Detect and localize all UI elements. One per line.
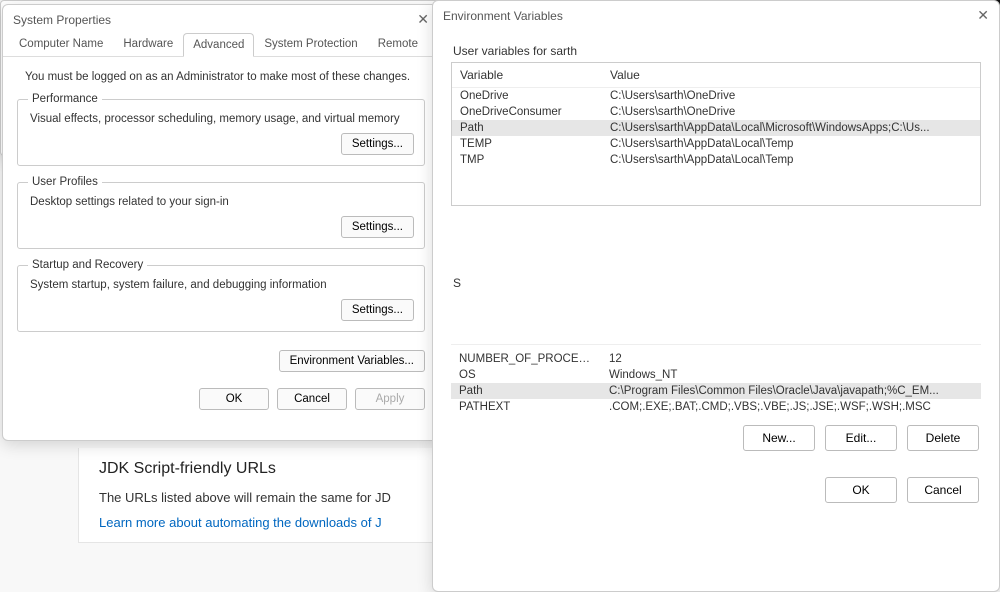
close-icon[interactable]: ✕ [977, 7, 989, 24]
envdlg-body: User variables for sarth Variable Value … [433, 28, 999, 523]
startup-legend: Startup and Recovery [28, 259, 147, 271]
environment-variables-button[interactable]: Environment Variables... [279, 350, 425, 372]
table-row[interactable]: OneDriveC:\Users\sarth\OneDrive [452, 88, 980, 104]
table-row[interactable]: PATHEXT.COM;.EXE;.BAT;.CMD;.VBS;.VBE;.JS… [451, 399, 981, 415]
envdlg-title: Environment Variables [443, 9, 563, 23]
delete-variable-button[interactable]: Delete [907, 425, 979, 451]
performance-desc: Visual effects, processor scheduling, me… [28, 111, 414, 133]
sysprop-actions: OK Cancel Apply [3, 380, 439, 418]
table-row[interactable]: OneDriveConsumerC:\Users\sarth\OneDrive [452, 104, 980, 120]
table-row[interactable]: NUMBER_OF_PROCESSORS12 [451, 351, 981, 367]
performance-settings-button[interactable]: Settings... [341, 133, 414, 155]
performance-fieldset: Performance Visual effects, processor sc… [17, 93, 425, 166]
system-properties-dialog: System Properties ✕ Computer Name Hardwa… [2, 4, 440, 441]
table-row[interactable]: PathC:\Program Files\Common Files\Oracle… [451, 383, 981, 399]
userprofiles-fieldset: User Profiles Desktop settings related t… [17, 176, 425, 249]
sysprop-ok-button[interactable]: OK [199, 388, 269, 410]
system-variables-label-partial: S [453, 276, 981, 290]
col-header-variable: Variable [452, 63, 602, 87]
sysprop-title: System Properties [13, 13, 111, 27]
envdlg-ok-button[interactable]: OK [825, 477, 897, 503]
tab-remote[interactable]: Remote [368, 32, 428, 56]
new-variable-button[interactable]: New... [743, 425, 815, 451]
userprofiles-desc: Desktop settings related to your sign-in [28, 194, 414, 216]
startup-fieldset: Startup and Recovery System startup, sys… [17, 259, 425, 332]
table-row[interactable]: OSWindows_NT [451, 367, 981, 383]
table-header: Variable Value [452, 63, 980, 88]
performance-legend: Performance [28, 93, 102, 105]
envdlg-actions: OK Cancel [451, 467, 981, 513]
tab-advanced[interactable]: Advanced [183, 33, 254, 57]
user-variables-label: User variables for sarth [453, 44, 981, 58]
sysprop-body: You must be logged on as an Administrato… [3, 57, 439, 350]
envdlg-cancel-button[interactable]: Cancel [907, 477, 979, 503]
tab-computer-name[interactable]: Computer Name [9, 32, 113, 56]
admin-note: You must be logged on as an Administrato… [17, 65, 425, 93]
sysprop-cancel-button[interactable]: Cancel [277, 388, 347, 410]
startup-desc: System startup, system failure, and debu… [28, 277, 414, 299]
sysprop-apply-button[interactable]: Apply [355, 388, 425, 410]
userprofiles-settings-button[interactable]: Settings... [341, 216, 414, 238]
environment-variables-dialog: Environment Variables ✕ User variables f… [432, 0, 1000, 592]
sysprop-tabs: Computer Name Hardware Advanced System P… [3, 32, 439, 57]
table-row[interactable]: PathC:\Users\sarth\AppData\Local\Microso… [452, 120, 980, 136]
table-row[interactable]: TEMPC:\Users\sarth\AppData\Local\Temp [452, 136, 980, 152]
system-vars-actions: New... Edit... Delete [451, 415, 981, 461]
user-variables-table[interactable]: Variable Value OneDriveC:\Users\sarth\On… [451, 62, 981, 206]
envdlg-titlebar: Environment Variables ✕ [433, 1, 999, 28]
col-header-value: Value [602, 63, 980, 87]
tab-hardware[interactable]: Hardware [113, 32, 183, 56]
startup-settings-button[interactable]: Settings... [341, 299, 414, 321]
edit-variable-button[interactable]: Edit... [825, 425, 897, 451]
system-variables-table[interactable]: NUMBER_OF_PROCESSORS12 OSWindows_NT Path… [451, 344, 981, 415]
table-row[interactable]: TMPC:\Users\sarth\AppData\Local\Temp [452, 152, 980, 168]
close-icon[interactable]: ✕ [417, 11, 429, 28]
tab-system-protection[interactable]: System Protection [254, 32, 367, 56]
userprofiles-legend: User Profiles [28, 176, 102, 188]
sysprop-titlebar: System Properties ✕ [3, 5, 439, 32]
